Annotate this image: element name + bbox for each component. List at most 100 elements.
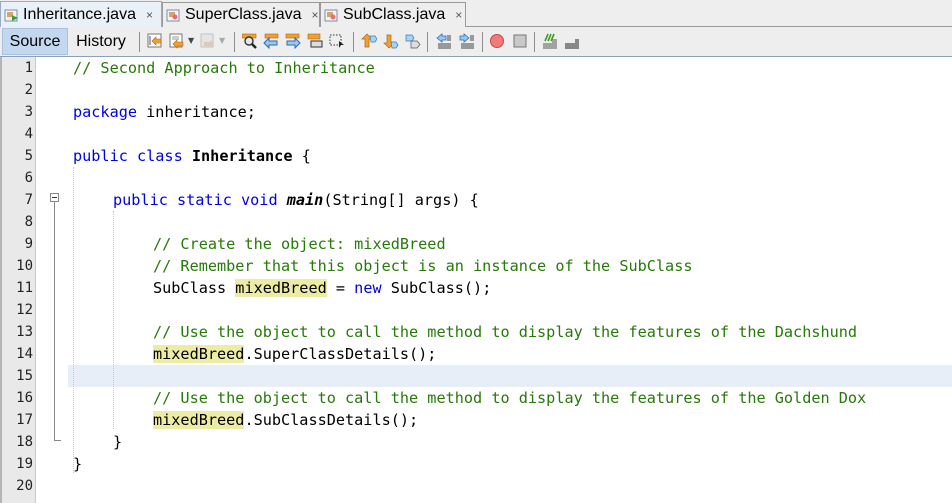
line-number: 2: [24, 82, 33, 98]
comment: // Use the object to call the method to …: [153, 323, 858, 341]
line-number: 15: [16, 368, 33, 384]
tab-inheritance-java[interactable]: Inheritance.java ×: [0, 1, 162, 28]
code-line-18: }: [113, 431, 122, 453]
uncomment-icon[interactable]: [564, 33, 580, 49]
code-line-13: // Use the object to call the method to …: [153, 321, 857, 343]
java-file-icon: [324, 8, 339, 23]
class-name: Inheritance: [191, 147, 293, 165]
code-text: }: [113, 433, 123, 451]
method-name: main: [286, 191, 324, 209]
tab-label: Inheritance.java: [23, 6, 136, 23]
start-macro-icon[interactable]: [489, 33, 505, 49]
line-number: 17: [16, 412, 33, 428]
line-number: 18: [16, 434, 33, 450]
toolbar-separator: [427, 32, 428, 52]
indent-guide: [113, 211, 114, 429]
code-text: {: [292, 147, 311, 165]
collapse-fold-icon[interactable]: [50, 193, 59, 202]
code-line-14: mixedBreed.SuperClassDetails();: [153, 343, 436, 365]
keyword: public static void: [113, 191, 278, 209]
code-text: (String[] args) {: [323, 191, 479, 209]
find-next-icon[interactable]: [285, 33, 301, 50]
toolbar-separator: [234, 32, 235, 52]
tab-label: SuperClass.java: [185, 6, 302, 23]
current-line-highlight: [68, 365, 952, 387]
comment-icon[interactable]: [542, 33, 558, 49]
line-number: 10: [16, 258, 33, 274]
code-text: SubClass();: [381, 279, 492, 297]
code-line-9: // Create the object: mixedBreed: [153, 233, 446, 255]
close-icon[interactable]: ×: [312, 8, 319, 22]
toolbar-separator: [139, 32, 140, 52]
code-line-5: public class Inheritance {: [73, 145, 311, 167]
java-file-icon: [166, 8, 181, 23]
line-number: 20: [16, 478, 33, 494]
forward-dropdown-icon[interactable]: ▼: [219, 36, 225, 45]
line-number: 6: [24, 170, 33, 186]
code-text: SubClass: [153, 279, 236, 297]
source-view-button[interactable]: Source: [2, 28, 68, 55]
line-number: 13: [16, 324, 33, 340]
line-number: 8: [24, 214, 33, 230]
keyword: package: [73, 103, 138, 121]
tab-subclass-java[interactable]: SubClass.java ×: [320, 2, 466, 27]
forward-icon[interactable]: [200, 33, 216, 49]
fold-end: [54, 440, 61, 441]
editor-toolbar: Source History ▼ ▼: [0, 27, 952, 57]
line-number: 14: [16, 346, 33, 362]
code-line-10: // Remember that this object is an insta…: [153, 255, 692, 277]
line-number-gutter: 1 2 3 4 5 6 7 8 9 10 11 12 13 14 15 16 1…: [0, 57, 36, 503]
comment: // Remember that this object is an insta…: [153, 257, 693, 275]
toolbar-separator: [482, 32, 483, 52]
back-icon[interactable]: [169, 33, 185, 49]
fold-line: [54, 202, 55, 440]
highlighted-variable: mixedBreed: [235, 279, 327, 297]
find-icon[interactable]: [241, 33, 258, 49]
line-number: 1: [24, 60, 33, 76]
code-line-7: public static void main(String[] args) {: [113, 189, 479, 211]
back-dropdown-icon[interactable]: ▼: [188, 36, 194, 45]
find-previous-icon[interactable]: [263, 33, 279, 50]
code-text: .SubClassDetails();: [244, 411, 419, 429]
highlighted-variable: mixedBreed: [153, 345, 245, 363]
java-main-file-icon: [4, 8, 19, 23]
code-line-19: }: [73, 453, 82, 475]
next-bookmark-icon[interactable]: [383, 33, 399, 49]
line-number: 9: [24, 236, 33, 252]
last-edit-icon[interactable]: [147, 33, 163, 49]
close-icon[interactable]: ×: [146, 8, 153, 22]
code-text: =: [326, 279, 355, 297]
toggle-bookmark-icon[interactable]: [405, 33, 421, 49]
editor-tab-bar: Inheritance.java × SuperClass.java × Sub…: [0, 0, 952, 28]
code-line-16: // Use the object to call the method to …: [153, 387, 866, 409]
tab-label: SubClass.java: [343, 6, 446, 23]
comment: // Use the object to call the method to …: [153, 389, 867, 407]
shift-right-icon[interactable]: [459, 33, 475, 49]
history-view-button[interactable]: History: [70, 28, 132, 55]
toggle-highlight-icon[interactable]: [307, 33, 323, 49]
line-number: 16: [16, 390, 33, 406]
indent-guide: [73, 167, 74, 473]
code-text: .SuperClassDetails();: [244, 345, 437, 363]
toolbar-separator: [534, 32, 535, 52]
stop-macro-icon[interactable]: [512, 33, 528, 49]
code-line-17: mixedBreed.SubClassDetails();: [153, 409, 418, 431]
line-number: 12: [16, 302, 33, 318]
line-number: 19: [16, 456, 33, 472]
previous-bookmark-icon[interactable]: [361, 33, 378, 49]
line-number: 4: [24, 126, 33, 142]
comment: // Second Approach to Inheritance: [73, 59, 375, 77]
shift-left-icon[interactable]: [436, 33, 452, 49]
toolbar-separator: [353, 32, 354, 52]
keyword: public class: [73, 147, 183, 165]
comment: // Create the object: mixedBreed: [153, 235, 446, 253]
code-line-3: package inheritance;: [73, 101, 256, 123]
fold-margin: [36, 57, 68, 503]
close-icon[interactable]: ×: [455, 8, 462, 22]
select-rectangle-icon[interactable]: [329, 33, 345, 49]
line-number: 11: [16, 280, 33, 296]
code-text: }: [73, 455, 83, 473]
code-text: inheritance;: [137, 103, 256, 121]
highlighted-variable: mixedBreed: [153, 411, 245, 429]
tab-superclass-java[interactable]: SuperClass.java ×: [162, 2, 320, 27]
